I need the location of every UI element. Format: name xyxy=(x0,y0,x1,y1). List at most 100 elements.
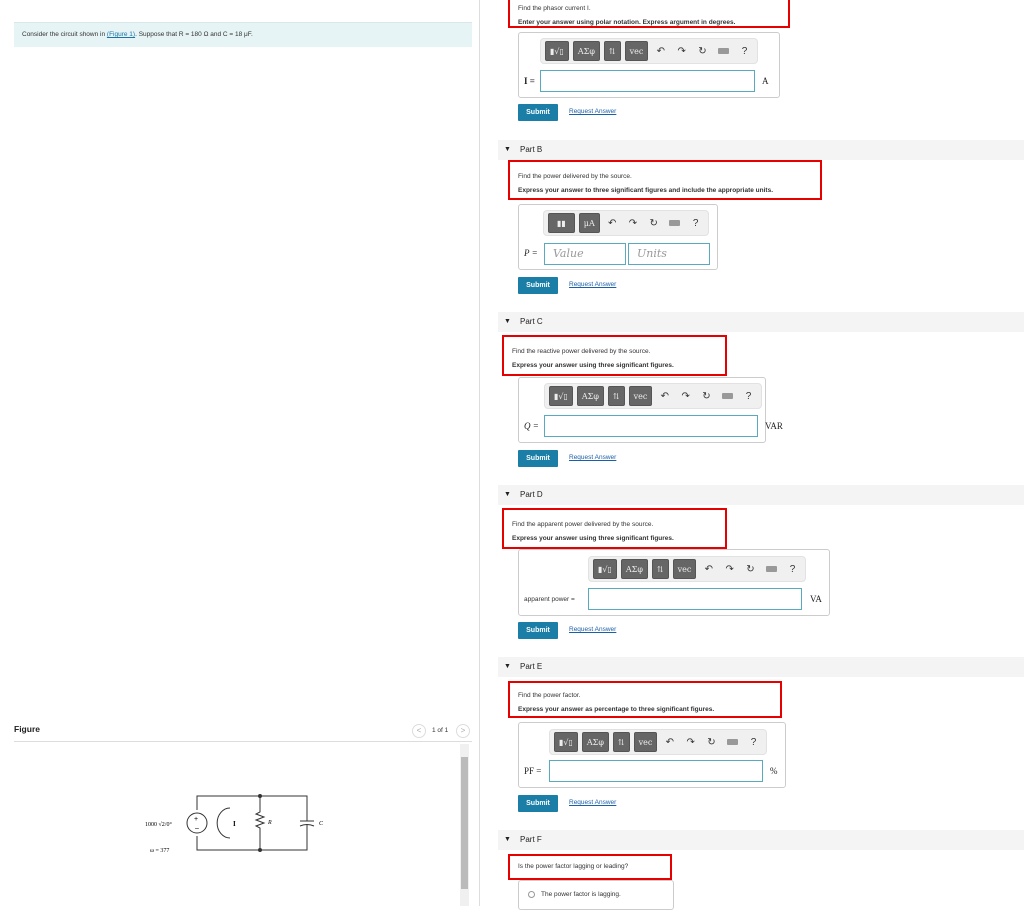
undo-icon[interactable]: ↶ xyxy=(656,391,673,402)
redo-icon[interactable]: ↷ xyxy=(677,391,694,402)
greek-button[interactable]: ΑΣφ xyxy=(620,559,648,579)
units-button[interactable]: μA xyxy=(578,213,600,233)
part-title: Part F xyxy=(520,835,542,844)
unit-label: VA xyxy=(810,594,822,604)
apparent-power-input[interactable] xyxy=(588,588,802,610)
greek-button[interactable]: ΑΣφ xyxy=(576,386,604,406)
part-b-prompt: Find the power delivered by the source. E… xyxy=(508,160,822,200)
submit-button[interactable]: Submit xyxy=(518,795,558,812)
keyboard-icon[interactable] xyxy=(717,48,730,54)
greek-button[interactable]: ΑΣφ xyxy=(581,732,609,752)
panel-divider xyxy=(479,0,480,906)
unit-label: VAR xyxy=(765,421,783,431)
request-answer-link[interactable]: Request Answer xyxy=(569,281,616,288)
undo-icon[interactable]: ↶ xyxy=(652,46,669,57)
chevron-right-icon[interactable]: > xyxy=(456,724,470,738)
request-answer-link[interactable]: Request Answer xyxy=(569,799,616,806)
arrows-button[interactable]: ⇅ xyxy=(651,559,669,579)
help-icon[interactable]: ? xyxy=(740,391,757,402)
reset-icon[interactable]: ↻ xyxy=(694,46,711,57)
part-f-header[interactable]: ▼ Part F xyxy=(498,830,1024,850)
arrows-button[interactable]: ⇅ xyxy=(607,386,625,406)
answer-label: P = xyxy=(524,248,538,258)
instruction-line: Enter your answer using polar notation. … xyxy=(518,19,736,26)
collapse-icon: ▼ xyxy=(504,146,511,153)
submit-button[interactable]: Submit xyxy=(518,104,558,121)
request-answer-link[interactable]: Request Answer xyxy=(569,626,616,633)
request-answer-link[interactable]: Request Answer xyxy=(569,108,616,115)
circuit-diagram: + – 1000 √2/0° ω = 377 I R C xyxy=(145,794,324,854)
collapse-icon: ▼ xyxy=(504,663,511,670)
reset-icon[interactable]: ↻ xyxy=(645,218,662,229)
radio-lagging[interactable] xyxy=(528,891,535,898)
prompt-line: Find the power factor. xyxy=(518,692,581,699)
vector-button[interactable]: vec xyxy=(672,559,697,579)
reactive-power-input[interactable] xyxy=(544,415,758,437)
redo-icon[interactable]: ↷ xyxy=(625,218,642,229)
intro-values: . Suppose that R = 180 Ω and C = 18 μF. xyxy=(135,31,253,38)
collapse-icon: ▼ xyxy=(504,491,511,498)
problem-intro: Consider the circuit shown in (Figure 1)… xyxy=(14,22,472,47)
resistor-label: R xyxy=(267,820,272,826)
prompt-line: Find the power delivered by the source. xyxy=(518,173,632,180)
part-b-header[interactable]: ▼ Part B xyxy=(498,140,1024,160)
unit-label: A xyxy=(762,76,769,86)
undo-icon[interactable]: ↶ xyxy=(700,564,717,575)
templates-button[interactable]: ▮▮ xyxy=(548,213,575,233)
svg-text:–: – xyxy=(195,825,199,832)
vector-button[interactable]: vec xyxy=(628,386,653,406)
part-a-prompt: Find the phasor current I. Enter your ans… xyxy=(508,0,790,28)
templates-button[interactable]: ▮√▯ xyxy=(554,732,578,752)
redo-icon[interactable]: ↷ xyxy=(673,46,690,57)
scrollbar-thumb[interactable] xyxy=(461,757,468,889)
redo-icon[interactable]: ↷ xyxy=(682,737,699,748)
arrows-button[interactable]: ⇅ xyxy=(603,41,621,61)
keyboard-icon[interactable] xyxy=(765,566,778,572)
units-input[interactable]: Units xyxy=(628,243,710,265)
capacitor-label: C xyxy=(319,821,324,827)
submit-button[interactable]: Submit xyxy=(518,450,558,467)
math-toolbar: ▮√▯ ΑΣφ ⇅ vec ↶ ↷ ↻? xyxy=(549,729,767,755)
greek-button[interactable]: ΑΣφ xyxy=(572,41,600,61)
answer-label: I = xyxy=(524,76,535,86)
part-e-prompt: Find the power factor. Express your answe… xyxy=(508,681,782,718)
intro-text: Consider the circuit shown in xyxy=(22,31,107,38)
request-answer-link[interactable]: Request Answer xyxy=(569,454,616,461)
part-c-header[interactable]: ▼ Part C xyxy=(498,312,1024,332)
chevron-left-icon[interactable]: < xyxy=(412,724,426,738)
reset-icon[interactable]: ↻ xyxy=(742,564,759,575)
help-icon[interactable]: ? xyxy=(745,737,762,748)
value-input[interactable]: Value xyxy=(544,243,626,265)
option-label[interactable]: The power factor is lagging. xyxy=(541,891,621,898)
vector-button[interactable]: vec xyxy=(624,41,649,61)
figure-link[interactable]: (Figure 1) xyxy=(107,31,135,38)
vector-button[interactable]: vec xyxy=(633,732,658,752)
help-icon[interactable]: ? xyxy=(784,564,801,575)
templates-button[interactable]: ▮√▯ xyxy=(545,41,569,61)
help-icon[interactable]: ? xyxy=(736,46,753,57)
redo-icon[interactable]: ↷ xyxy=(721,564,738,575)
keyboard-icon[interactable] xyxy=(726,739,739,745)
reset-icon[interactable]: ↻ xyxy=(698,391,715,402)
math-toolbar: ▮√▯ ΑΣφ ⇅ vec ↶ ↷ ↻? xyxy=(540,38,758,64)
answer-label: Q = xyxy=(524,421,539,431)
part-d-header[interactable]: ▼ Part D xyxy=(498,485,1024,505)
submit-button[interactable]: Submit xyxy=(518,622,558,639)
power-factor-input[interactable] xyxy=(549,760,763,782)
templates-button[interactable]: ▮√▯ xyxy=(549,386,573,406)
reset-icon[interactable]: ↻ xyxy=(703,737,720,748)
templates-button[interactable]: ▮√▯ xyxy=(593,559,617,579)
help-icon[interactable]: ? xyxy=(687,218,704,229)
phasor-current-input[interactable] xyxy=(540,70,755,92)
keyboard-icon[interactable] xyxy=(669,220,681,226)
figure-divider xyxy=(14,741,472,742)
math-toolbar: ▮▮ μA ↶ ↷ ↻? xyxy=(543,210,709,236)
submit-button[interactable]: Submit xyxy=(518,277,558,294)
undo-icon[interactable]: ↶ xyxy=(604,218,621,229)
prompt-line: Find the apparent power delivered by the… xyxy=(512,521,654,528)
keyboard-icon[interactable] xyxy=(721,393,734,399)
part-e-header[interactable]: ▼ Part E xyxy=(498,657,1024,677)
arrows-button[interactable]: ⇅ xyxy=(612,732,630,752)
undo-icon[interactable]: ↶ xyxy=(661,737,678,748)
part-f-prompt: Is the power factor lagging or leading? xyxy=(508,854,672,880)
